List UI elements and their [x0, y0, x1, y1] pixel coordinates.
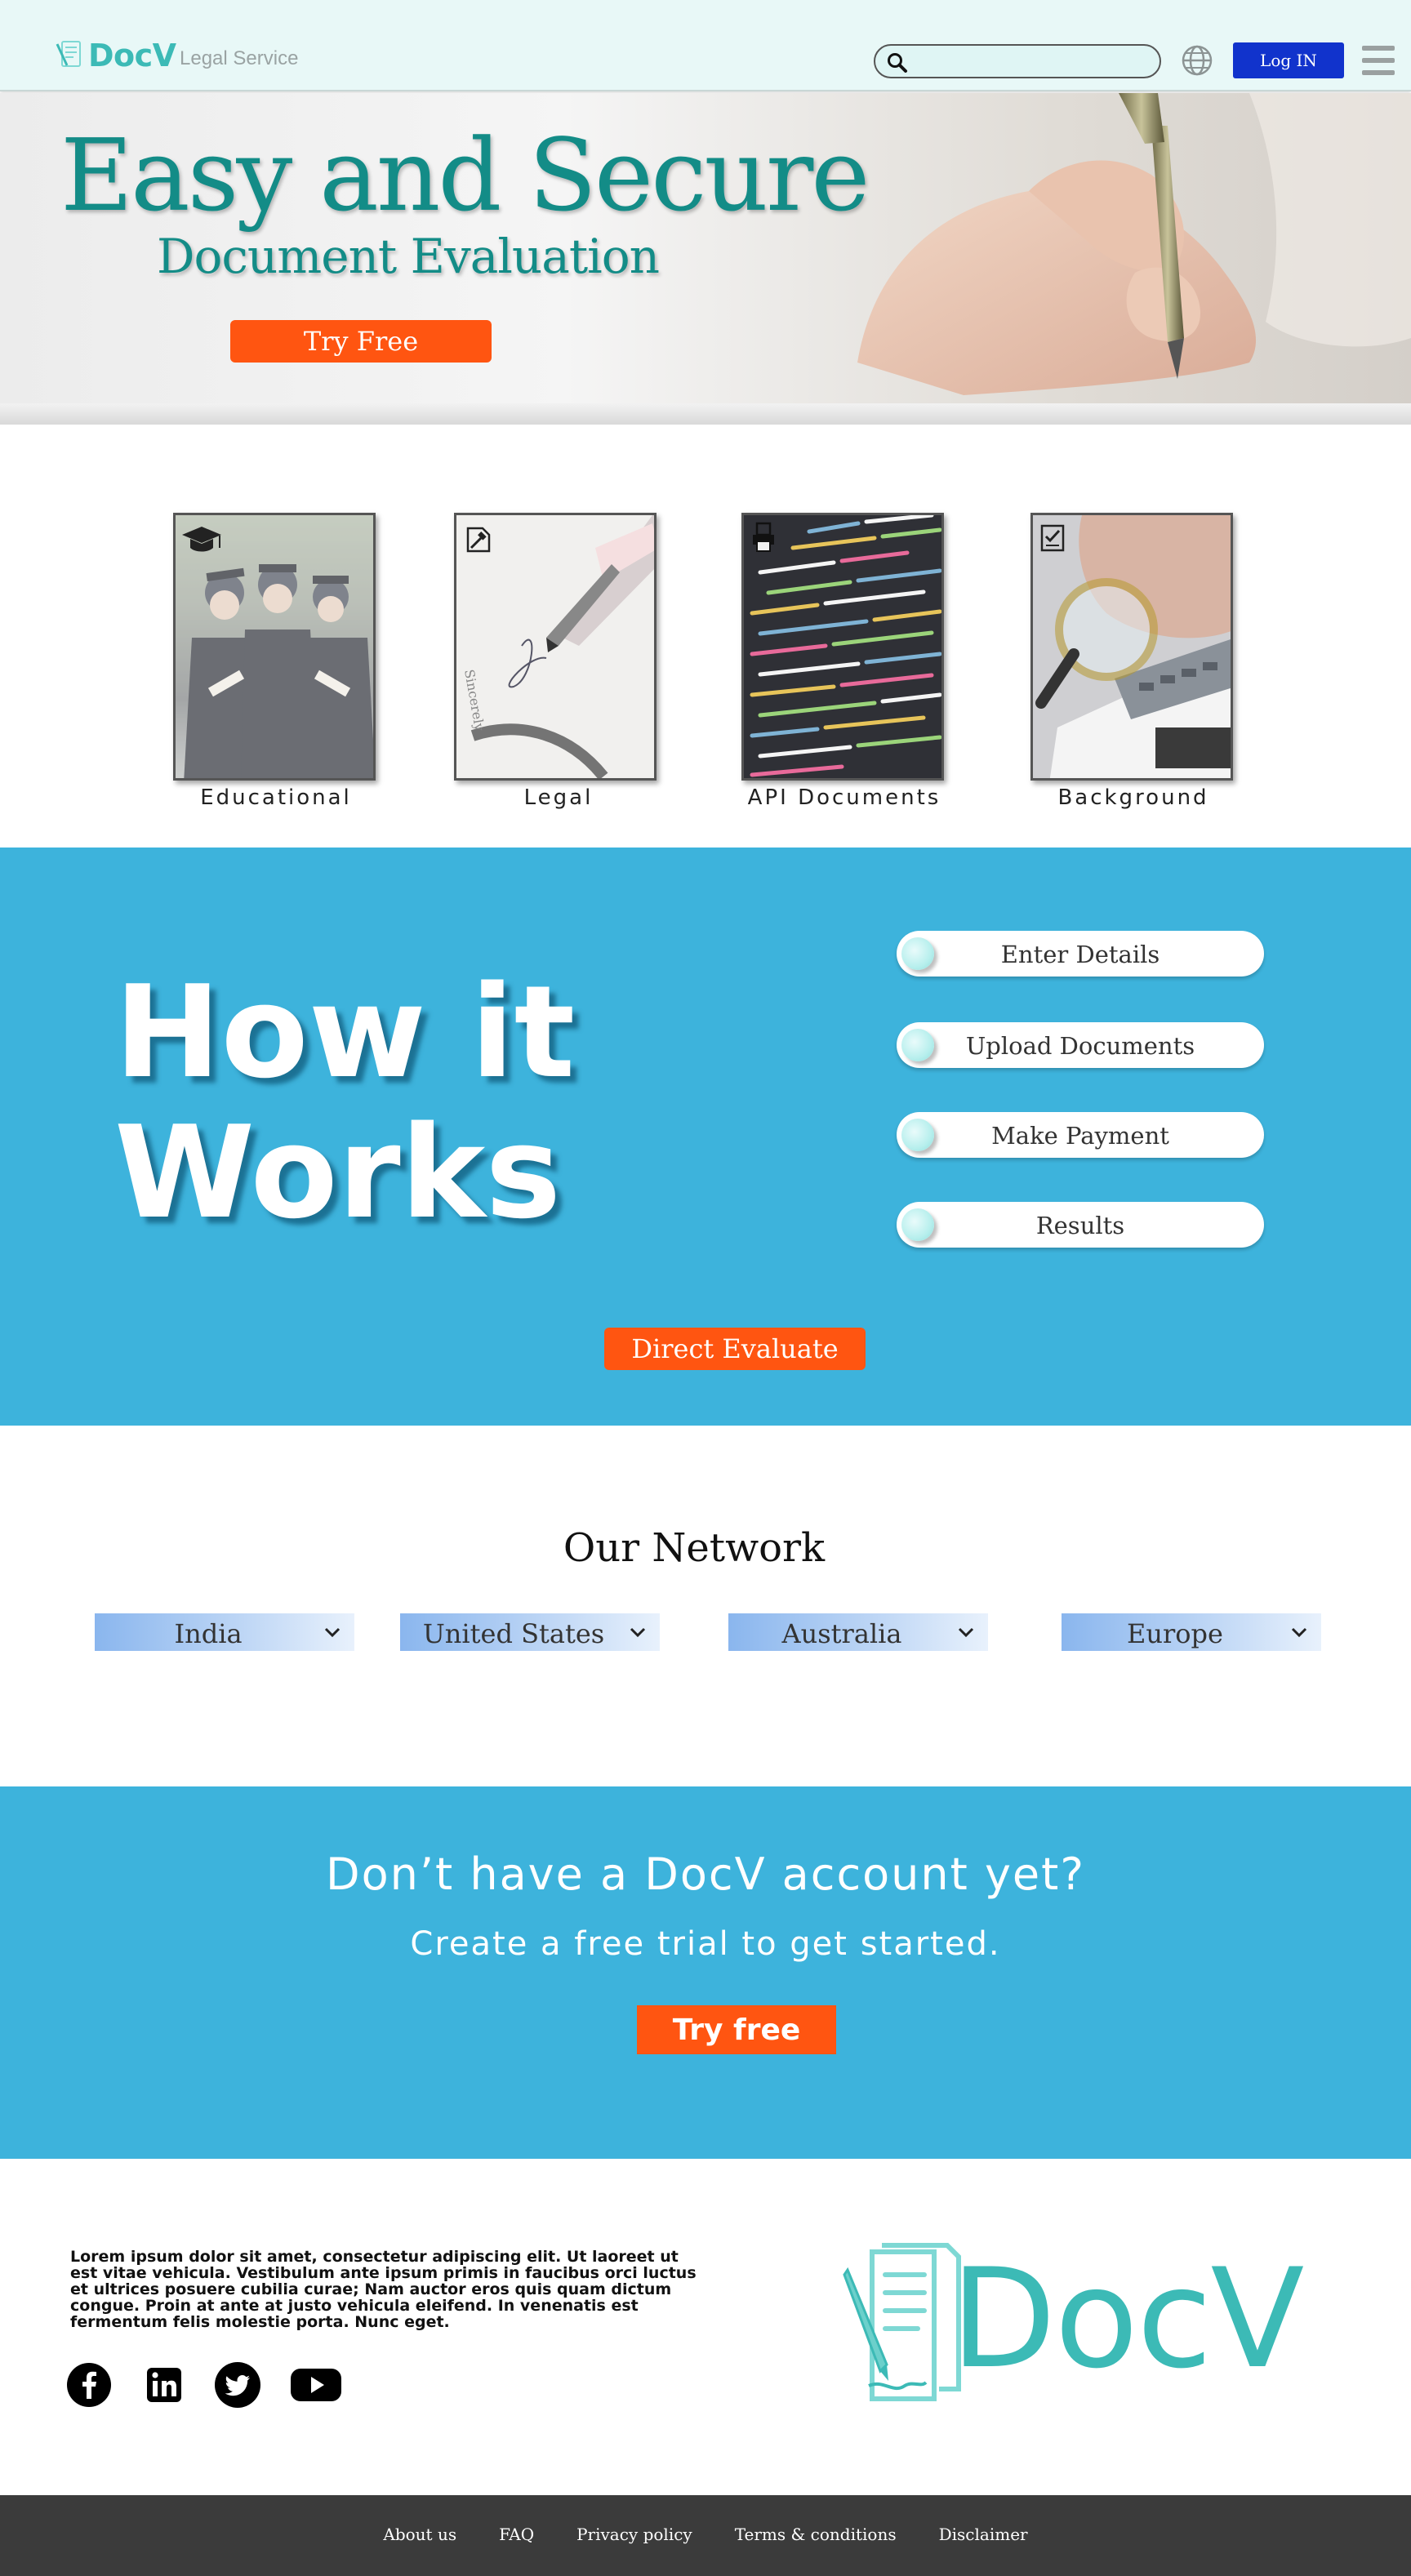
- facebook-icon[interactable]: [65, 2361, 113, 2409]
- how-it-works-section: How it Works Enter Details Upload Docume…: [0, 848, 1411, 1426]
- footer-bar: About us FAQ Privacy policy Terms & cond…: [0, 2495, 1411, 2576]
- top-nav: DocV Legal Service Log IN: [0, 0, 1411, 91]
- printer-document-icon: [753, 522, 774, 552]
- globe-icon[interactable]: [1179, 42, 1215, 78]
- category-label-legal: Legal: [523, 785, 594, 810]
- region-select-united-states[interactable]: United States: [400, 1613, 660, 1651]
- footer-links: About us FAQ Privacy policy Terms & cond…: [0, 2525, 1411, 2544]
- how-it-works-title: How it Works: [114, 958, 576, 1247]
- category-card-educational[interactable]: [173, 513, 376, 781]
- region-select-europe[interactable]: Europe: [1062, 1613, 1321, 1651]
- linkedin-icon[interactable]: [140, 2361, 188, 2409]
- hero-subtitle: Document Evaluation: [157, 229, 660, 284]
- footer-logo-text: DocV: [950, 2239, 1304, 2399]
- search-icon: [888, 53, 907, 73]
- step-enter-details[interactable]: Enter Details: [897, 931, 1264, 977]
- direct-evaluate-button[interactable]: Direct Evaluate: [604, 1328, 866, 1370]
- footer-link-privacy-policy[interactable]: Privacy policy: [576, 2525, 692, 2544]
- tagline: Legal Service: [180, 47, 299, 69]
- hero-banner: Easy and Secure Document Evaluation Try …: [0, 93, 1411, 425]
- login-button[interactable]: Log IN: [1233, 42, 1344, 78]
- hamburger-menu-icon[interactable]: [1362, 46, 1395, 75]
- legal-document-icon: [466, 527, 491, 553]
- page: DocV Legal Service Log IN Easy and Secur…: [0, 0, 1411, 2576]
- magnifier-calculator-photo: [1033, 515, 1231, 778]
- step-make-payment[interactable]: Make Payment: [897, 1112, 1264, 1158]
- category-label-background: Background: [1057, 785, 1209, 810]
- chevron-down-icon: [958, 1627, 974, 1638]
- category-card-api-documents[interactable]: [741, 513, 944, 781]
- chevron-down-icon: [1291, 1627, 1307, 1638]
- cta-subheading: Create a free trial to get started.: [410, 1925, 1001, 1963]
- document-logo-icon: [56, 41, 81, 67]
- twitter-icon[interactable]: [214, 2361, 261, 2409]
- footer-link-disclaimer[interactable]: Disclaimer: [939, 2525, 1028, 2544]
- checklist-icon: [1040, 524, 1065, 552]
- category-card-background[interactable]: [1030, 513, 1233, 781]
- footer-link-terms[interactable]: Terms & conditions: [735, 2525, 897, 2544]
- try-free-signup-button[interactable]: Try free: [637, 2005, 836, 2054]
- hand-writing-pen-image: [857, 93, 1411, 395]
- cta-heading: Don’t have a DocV account yet?: [326, 1849, 1085, 1900]
- category-label-api-documents: API Documents: [747, 785, 941, 810]
- code-screen-photo: [744, 515, 941, 778]
- chevron-down-icon: [630, 1627, 646, 1638]
- network-title: Our Network: [563, 1525, 826, 1571]
- region-select-india[interactable]: India: [95, 1613, 354, 1651]
- hero-title: Easy and Secure: [60, 118, 870, 234]
- search-input[interactable]: [874, 44, 1161, 78]
- footer-link-faq[interactable]: FAQ: [499, 2525, 534, 2544]
- logo[interactable]: DocV: [56, 38, 176, 73]
- footer-description: Lorem ipsum dolor sit amet, consectetur …: [70, 2248, 697, 2331]
- signing-document-photo: Sincerely: [456, 515, 654, 778]
- category-label-educational: Educational: [200, 785, 352, 810]
- step-results[interactable]: Results: [897, 1202, 1264, 1248]
- chevron-down-icon: [324, 1627, 341, 1638]
- graduation-cap-icon: [182, 527, 221, 552]
- logo-text: DocV: [88, 38, 176, 73]
- youtube-icon[interactable]: [289, 2361, 343, 2409]
- footer-link-about-us[interactable]: About us: [383, 2525, 456, 2544]
- category-card-legal[interactable]: Sincerely: [454, 513, 657, 781]
- signup-cta-section: Don’t have a DocV account yet? Create a …: [0, 1786, 1411, 2159]
- try-free-button[interactable]: Try Free: [230, 320, 492, 363]
- region-select-australia[interactable]: Australia: [728, 1613, 988, 1651]
- step-upload-documents[interactable]: Upload Documents: [897, 1022, 1264, 1068]
- paper-surface: [0, 403, 1411, 425]
